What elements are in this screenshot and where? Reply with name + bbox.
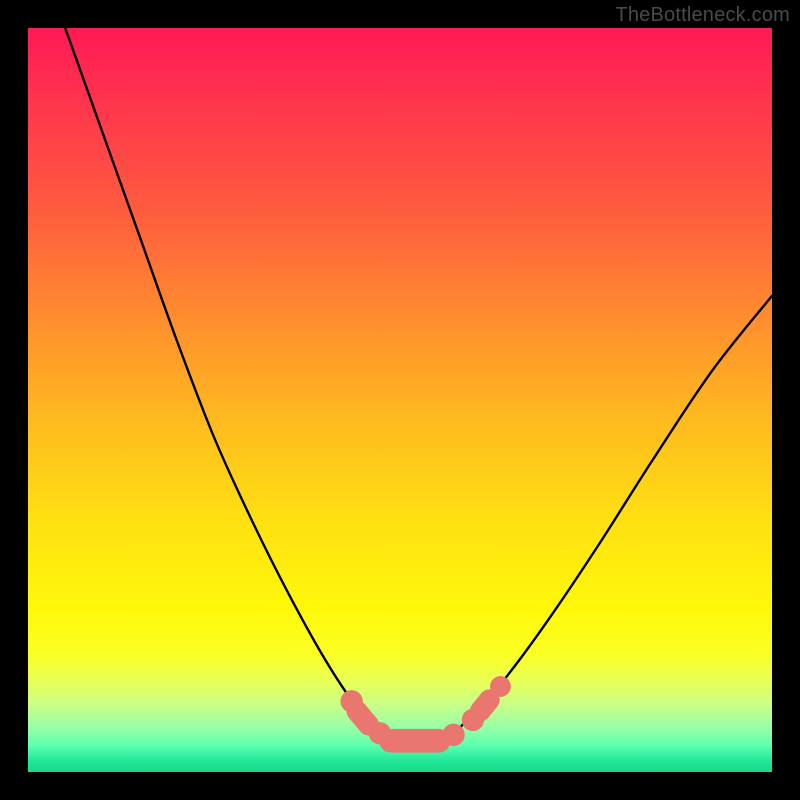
watermark-text: TheBottleneck.com <box>615 4 790 27</box>
chart-svg <box>28 28 772 772</box>
marker-pill <box>480 700 489 711</box>
plot-area <box>28 28 772 772</box>
curve-layer <box>65 28 772 743</box>
curve-path <box>65 28 772 743</box>
marker-pill <box>357 711 369 725</box>
marker-dot <box>442 724 464 746</box>
chart-frame: TheBottleneck.com <box>0 0 800 800</box>
marker-dot <box>490 676 511 697</box>
marker-layer <box>340 676 510 746</box>
